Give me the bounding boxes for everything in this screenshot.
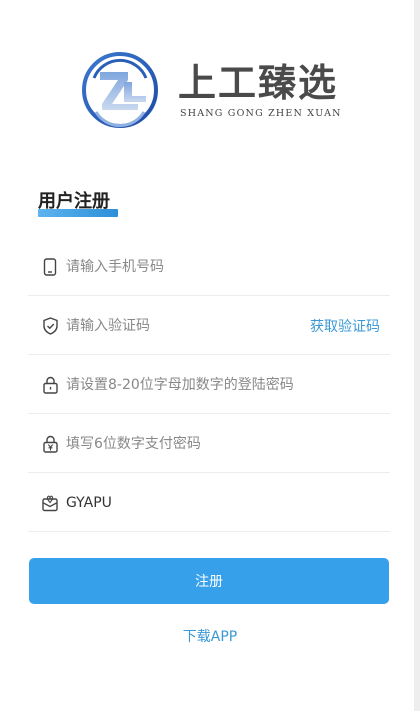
register-button[interactable]: 注册	[29, 558, 389, 604]
invite-field-row	[28, 474, 390, 532]
right-edge-strip	[414, 0, 420, 711]
phone-icon	[40, 257, 60, 277]
title-underline	[38, 209, 118, 217]
logo-mark-icon	[82, 52, 158, 128]
brand-name-cn: 上工臻选	[178, 61, 339, 105]
shield-icon	[40, 316, 60, 336]
phone-input[interactable]	[66, 251, 390, 282]
download-app-link[interactable]: 下载APP	[0, 626, 420, 646]
phone-field-row	[28, 238, 390, 296]
brand-logo: 上工臻选 SHANG GONG ZHEN XUAN	[80, 48, 340, 132]
pay-password-field-row	[28, 415, 390, 473]
verification-code-input[interactable]	[66, 310, 310, 341]
password-field-row	[28, 356, 390, 414]
invite-code-input[interactable]	[66, 487, 390, 518]
code-field-row: 获取验证码	[28, 297, 390, 355]
get-code-button[interactable]: 获取验证码	[310, 316, 380, 336]
pay-password-input[interactable]	[66, 428, 390, 459]
gift-icon	[40, 493, 60, 513]
lock-icon	[40, 375, 60, 395]
brand-name-en: SHANG GONG ZHEN XUAN	[180, 108, 342, 119]
login-password-input[interactable]	[66, 369, 390, 400]
yen-lock-icon	[40, 434, 60, 454]
